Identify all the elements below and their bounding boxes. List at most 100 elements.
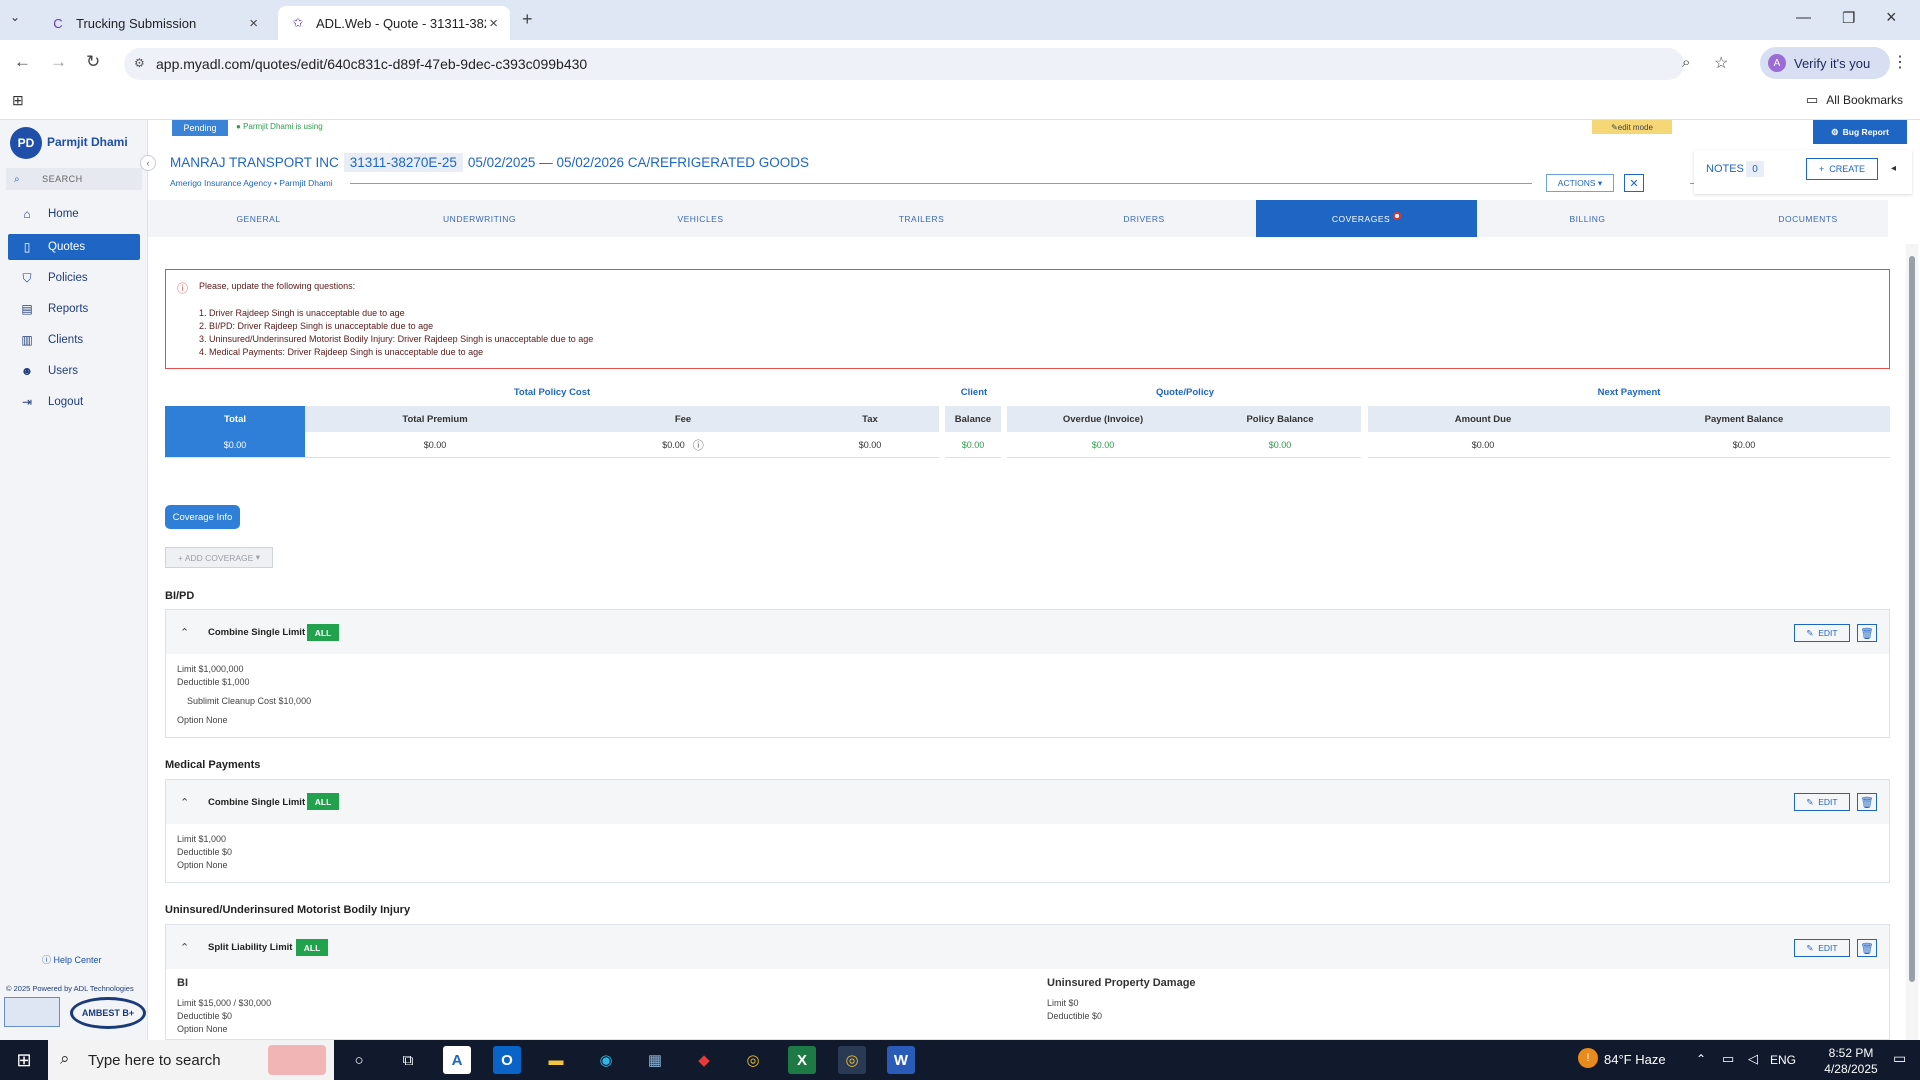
- app-red-icon[interactable]: ◆: [690, 1046, 718, 1074]
- sidebar-search-input[interactable]: ⌕ SEARCH: [6, 168, 142, 190]
- coverage-name: Combine Single Limit: [208, 797, 306, 808]
- coverage-name: Combine Single Limit: [208, 627, 306, 638]
- agency-link[interactable]: Amerigo Insurance Agency • Parmjit Dhami: [170, 178, 333, 188]
- tab-close-icon[interactable]: ×: [489, 15, 498, 32]
- clock[interactable]: 8:52 PM 4/28/2025: [1816, 1045, 1886, 1077]
- document-icon: ▯: [23, 240, 31, 254]
- word-icon[interactable]: W: [887, 1046, 915, 1074]
- language-indicator[interactable]: ENG: [1770, 1053, 1796, 1067]
- delete-button[interactable]: 🗑: [1857, 793, 1877, 811]
- cortana-icon[interactable]: ○: [345, 1046, 373, 1074]
- actions-dropdown[interactable]: ACTIONS ▾: [1546, 174, 1614, 192]
- restore-icon[interactable]: ❐: [1842, 9, 1855, 27]
- all-bookmarks[interactable]: ▭ All Bookmarks: [1806, 92, 1903, 108]
- help-center-link[interactable]: ⓘ Help Center: [42, 953, 102, 966]
- sidebar-item-reports[interactable]: ▤ Reports: [8, 296, 140, 322]
- company-name: MANRAJ TRANSPORT INC: [170, 155, 339, 170]
- alert-item: 3. Uninsured/Underinsured Motorist Bodil…: [199, 334, 594, 344]
- site-info-icon[interactable]: ⚙: [134, 56, 145, 70]
- tab-underwriting[interactable]: UNDERWRITING: [369, 200, 590, 237]
- verify-button[interactable]: A Verify it's you: [1760, 47, 1890, 79]
- coverage-deductible: Deductible $0: [177, 847, 233, 857]
- sidebar-item-logout[interactable]: ⇥ Logout: [8, 389, 140, 415]
- windows-start-icon[interactable]: ⊞: [10, 1046, 38, 1074]
- back-icon[interactable]: ←: [14, 52, 31, 72]
- coverage-deductible: Deductible $0: [177, 1011, 233, 1021]
- sidebar-item-policies[interactable]: ⛉ Policies: [8, 265, 140, 291]
- tab-drivers[interactable]: DRIVERS: [1032, 200, 1256, 237]
- browser-tab-trucking[interactable]: C Trucking Submission ×: [38, 6, 270, 40]
- users-icon: ☻: [20, 364, 34, 378]
- sidebar-item-users[interactable]: ☻ Users: [8, 358, 140, 384]
- zoom-icon[interactable]: ⌕: [1682, 54, 1690, 71]
- calculator-icon[interactable]: ▦: [641, 1046, 669, 1074]
- value-amount-due: $0.00: [1368, 432, 1598, 458]
- collapse-sidebar-icon[interactable]: ‹: [140, 155, 156, 171]
- taskbar-search-input[interactable]: ⌕ Type here to search: [48, 1040, 334, 1080]
- coverage-card-header: [166, 780, 1889, 824]
- edit-button[interactable]: ✎ EDIT: [1794, 939, 1850, 957]
- reload-icon[interactable]: ↻: [86, 52, 100, 72]
- weather-text[interactable]: 84°F Haze: [1604, 1052, 1666, 1067]
- status-badge: Pending: [172, 120, 228, 136]
- tab-documents[interactable]: DOCUMENTS: [1698, 200, 1918, 237]
- quote-number: 31311-38270E-25: [343, 153, 463, 172]
- sidebar-item-clients[interactable]: ▥ Clients: [8, 327, 140, 353]
- task-view-icon[interactable]: ⧉: [394, 1046, 422, 1074]
- edit-mode-badge: ✎ edit mode: [1592, 120, 1672, 134]
- browser-menu-icon[interactable]: ⋮: [1892, 52, 1908, 72]
- create-note-button[interactable]: + CREATE: [1806, 158, 1878, 180]
- edit-button[interactable]: ✎ EDIT: [1794, 793, 1850, 811]
- edit-button[interactable]: ✎ EDIT: [1794, 624, 1850, 642]
- sidebar-item-quotes[interactable]: ▯ Quotes: [8, 234, 140, 260]
- chrome-icon[interactable]: ◎: [739, 1046, 767, 1074]
- all-badge: ALL: [307, 624, 339, 641]
- coverage-option: Option None: [177, 860, 228, 870]
- minimize-icon[interactable]: —: [1796, 9, 1811, 26]
- alert-item: 2. BI/PD: Driver Rajdeep Singh is unacce…: [199, 321, 434, 331]
- chevron-up-icon[interactable]: ⌃: [180, 796, 189, 809]
- coverage-info-button[interactable]: Coverage Info: [165, 505, 240, 529]
- outlook-icon[interactable]: O: [493, 1046, 521, 1074]
- tab-general[interactable]: GENERAL: [148, 200, 369, 237]
- profile-avatar: A: [1768, 54, 1786, 72]
- browser-tab-adl[interactable]: ✩ ADL.Web - Quote - 31311-3827 ×: [278, 6, 510, 40]
- tray-chevron-icon[interactable]: ⌃: [1696, 1052, 1706, 1066]
- notes-toggle-icon[interactable]: ◂: [1891, 163, 1896, 174]
- tab-vehicles[interactable]: VEHICLES: [590, 200, 811, 237]
- network-icon[interactable]: ▭: [1722, 1051, 1734, 1067]
- tab-list-chevron-icon[interactable]: ⌄: [10, 10, 20, 24]
- coverage-name: Split Liability Limit: [208, 942, 293, 953]
- notifications-icon[interactable]: ▭: [1893, 1050, 1906, 1067]
- tab-coverages[interactable]: COVERAGES: [1256, 200, 1477, 237]
- new-tab-icon[interactable]: +: [522, 9, 533, 30]
- chevron-up-icon[interactable]: ⌃: [180, 941, 189, 954]
- tab-close-icon[interactable]: ×: [249, 15, 258, 32]
- scrollbar-thumb[interactable]: [1909, 256, 1915, 982]
- sidebar-item-home[interactable]: ⌂ Home: [8, 201, 140, 227]
- file-explorer-icon[interactable]: ▬: [542, 1046, 570, 1074]
- delete-button[interactable]: 🗑: [1857, 624, 1877, 642]
- apps-grid-icon[interactable]: ⊞: [12, 92, 24, 109]
- app-a-icon[interactable]: A: [443, 1046, 471, 1074]
- chevron-up-icon[interactable]: ⌃: [180, 626, 189, 639]
- close-quote-button[interactable]: ✕: [1624, 174, 1644, 192]
- url-field[interactable]: ⚙ app.myadl.com/quotes/edit/640c831c-d89…: [124, 48, 1728, 80]
- speaker-icon[interactable]: ◁: [1748, 1051, 1758, 1067]
- bookmark-star-icon[interactable]: ☆: [1714, 53, 1728, 73]
- delete-button[interactable]: 🗑: [1857, 939, 1877, 957]
- tab-billing[interactable]: BILLING: [1477, 200, 1698, 237]
- forward-icon[interactable]: →: [50, 52, 67, 72]
- user-avatar[interactable]: PD: [10, 127, 42, 159]
- add-coverage-button[interactable]: + ADD COVERAGE ▾: [165, 547, 273, 568]
- info-icon[interactable]: ⓘ: [693, 437, 704, 453]
- shield-icon: ⛉: [22, 270, 32, 285]
- coverage-option: Option None: [177, 1024, 228, 1034]
- coverage-deductible: Deductible $1,000: [177, 677, 250, 687]
- bug-report-button[interactable]: ⚙ Bug Report: [1813, 120, 1907, 144]
- close-window-icon[interactable]: ×: [1886, 7, 1897, 28]
- excel-icon[interactable]: X: [788, 1046, 816, 1074]
- edge-icon[interactable]: ◉: [592, 1046, 620, 1074]
- tab-trailers[interactable]: TRAILERS: [811, 200, 1032, 237]
- chrome-profile-icon[interactable]: ◎: [838, 1046, 866, 1074]
